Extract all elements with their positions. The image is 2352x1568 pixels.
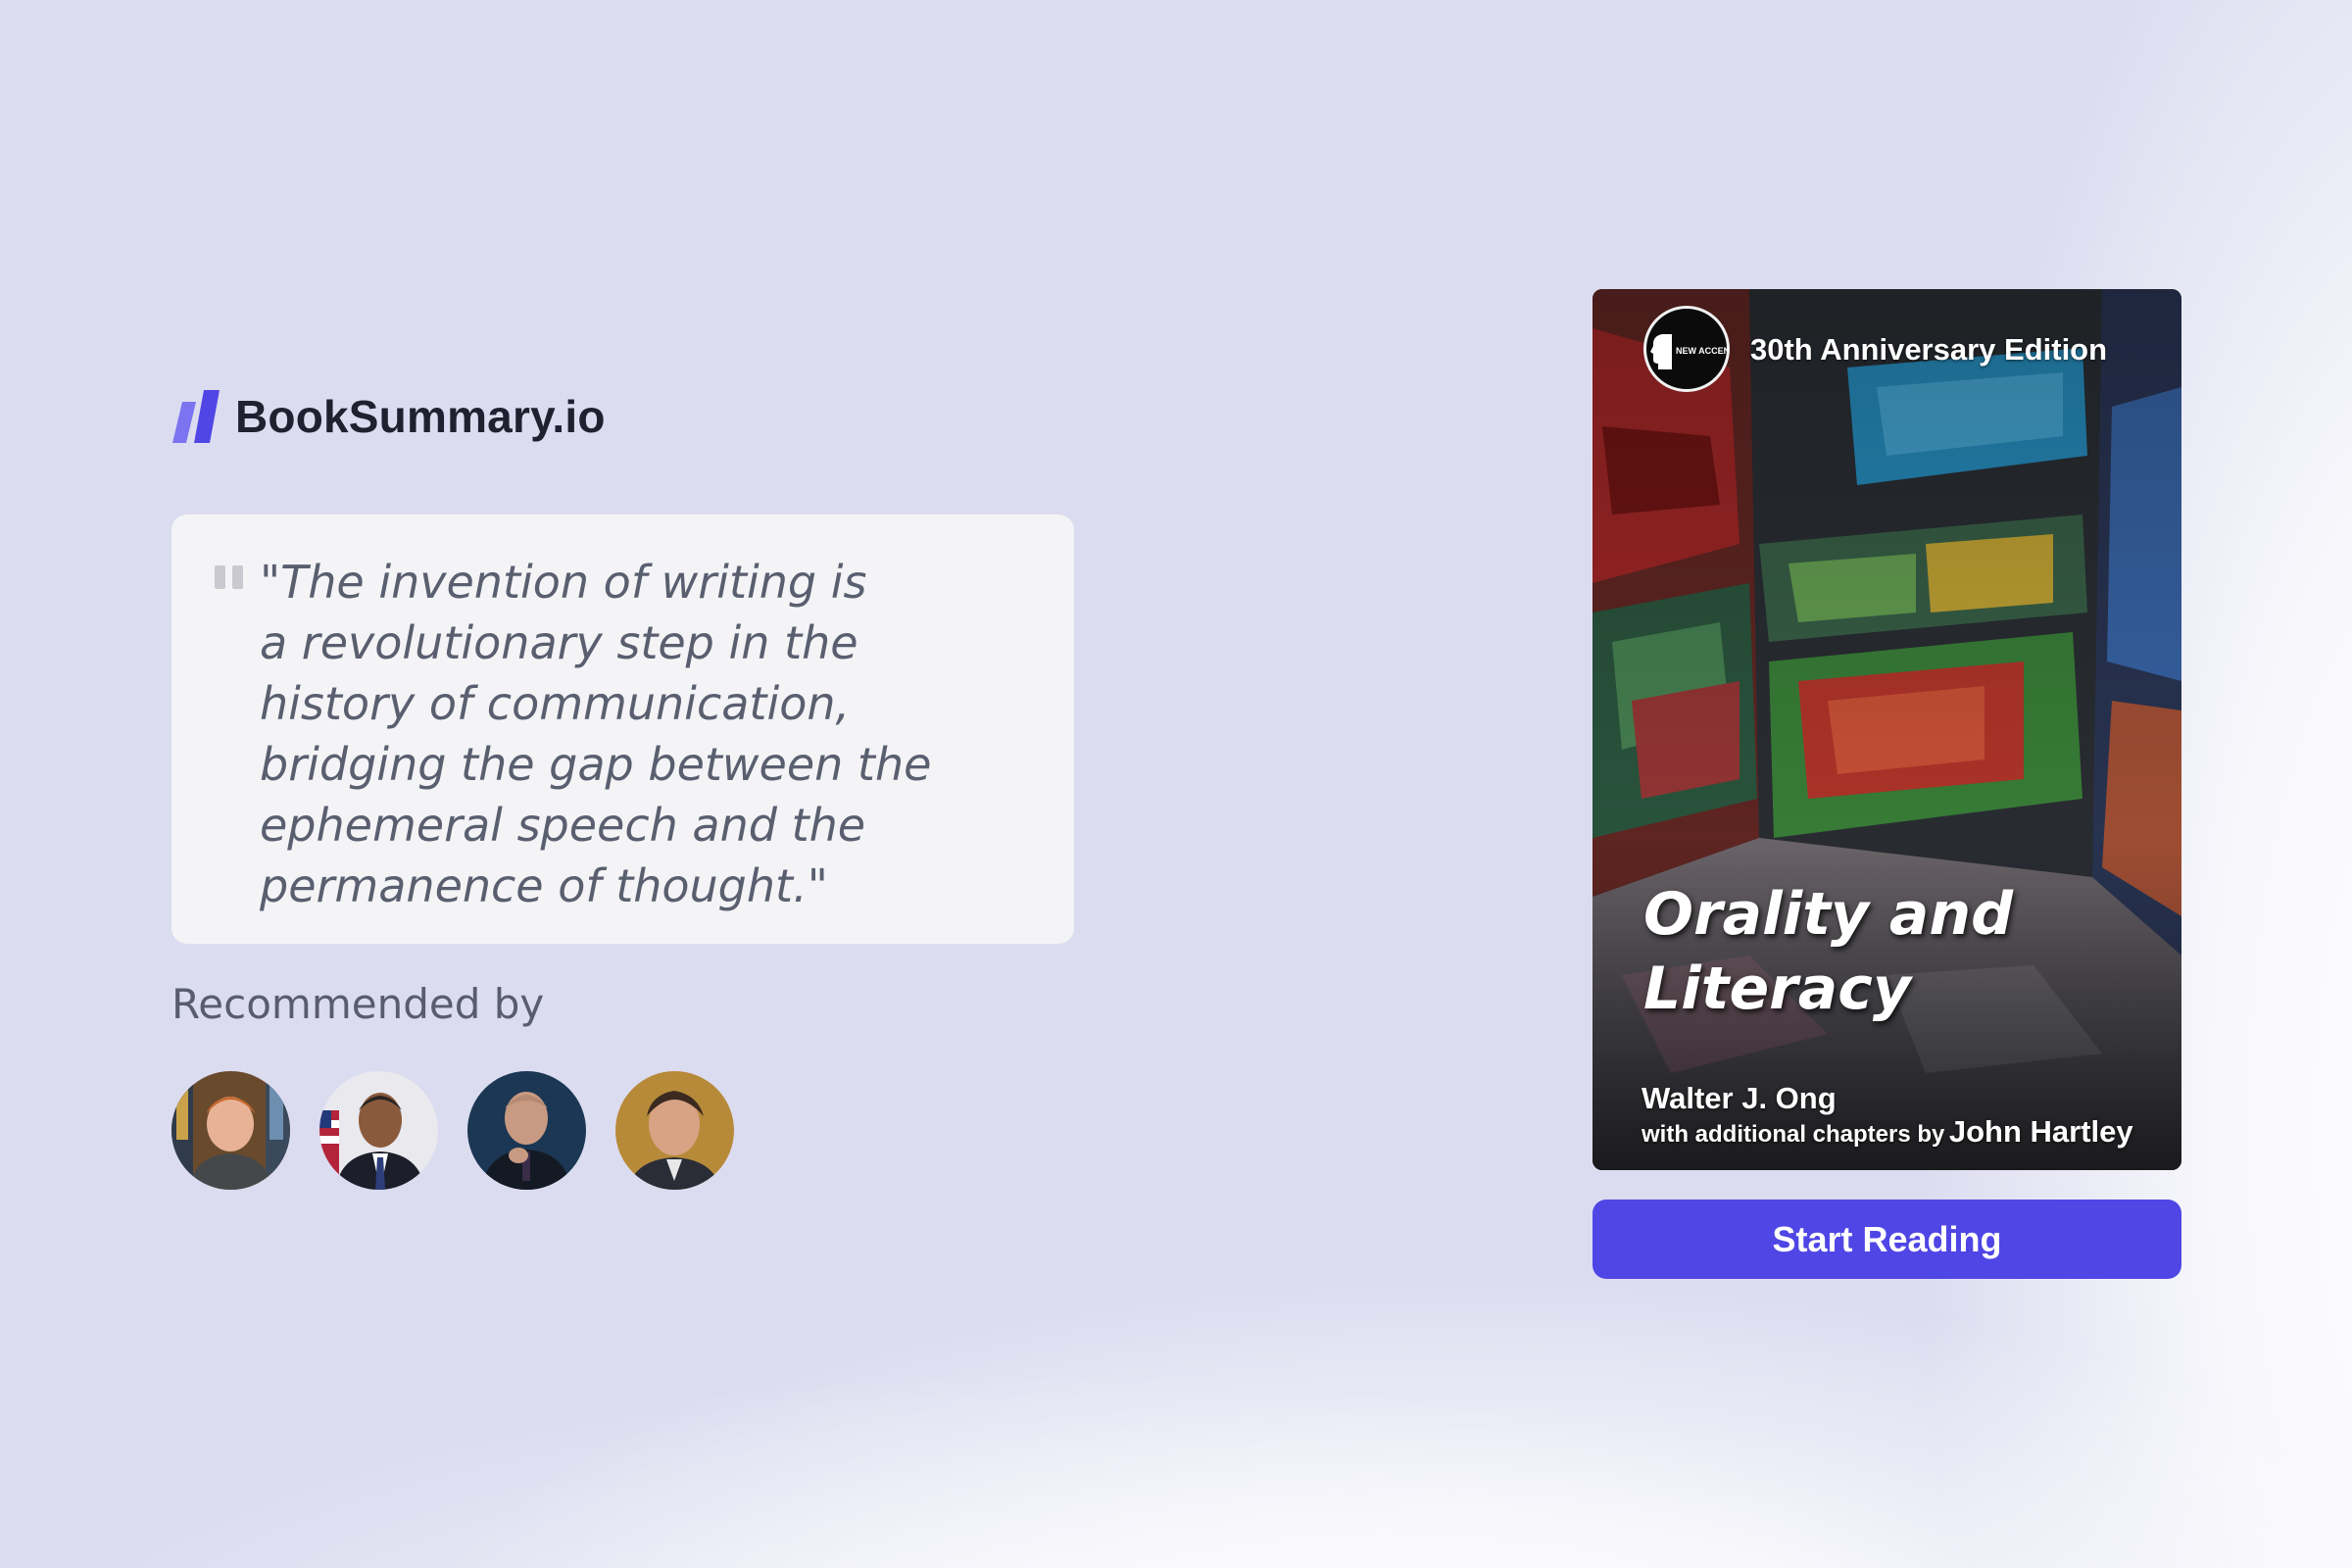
brand-name: BookSummary.io xyxy=(235,391,606,442)
start-reading-button[interactable]: Start Reading xyxy=(1592,1200,2181,1279)
additional-chapters-credit: with additional chapters by John Hartley xyxy=(1642,1114,2133,1150)
head-profile-icon xyxy=(1650,334,1672,369)
avatar-photo-1[interactable] xyxy=(172,1071,290,1190)
book-author: Walter J. Ong xyxy=(1642,1081,1837,1115)
logo-icon xyxy=(172,390,220,443)
series-badge: NEW ACCENTS xyxy=(1643,306,1730,392)
edition-label: 30th Anniversary Edition xyxy=(1750,332,2108,367)
series-name: NEW ACCENTS xyxy=(1676,346,1730,356)
avatar-photo-2[interactable] xyxy=(319,1071,438,1190)
avatar-portrait-1 xyxy=(172,1071,290,1190)
graffiti-room-image xyxy=(1592,289,2181,1170)
quote-text: "The invention of writing is a revolutio… xyxy=(260,556,932,912)
book-cover[interactable]: NEW ACCENTS 30th Anniversary Edition Ora… xyxy=(1592,289,2181,1170)
avatar-portrait-4 xyxy=(615,1071,734,1190)
quote-mark-icon xyxy=(215,565,243,589)
additional-chapters-prefix: with additional chapters by xyxy=(1642,1121,1945,1148)
book-title: Orality and Literacy xyxy=(1643,880,2014,1023)
recommended-label: Recommended by xyxy=(172,980,545,1028)
recommender-avatars xyxy=(172,1071,734,1190)
avatar-portrait-3 xyxy=(467,1071,586,1190)
quote-card: "The invention of writing is a revolutio… xyxy=(172,514,1074,944)
brand-logo[interactable]: BookSummary.io xyxy=(171,388,606,445)
book-coauthor: John Hartley xyxy=(1948,1114,2133,1149)
avatar-photo-3[interactable] xyxy=(467,1071,586,1190)
avatar-photo-4[interactable] xyxy=(615,1071,734,1190)
avatar-portrait-2 xyxy=(319,1071,438,1190)
